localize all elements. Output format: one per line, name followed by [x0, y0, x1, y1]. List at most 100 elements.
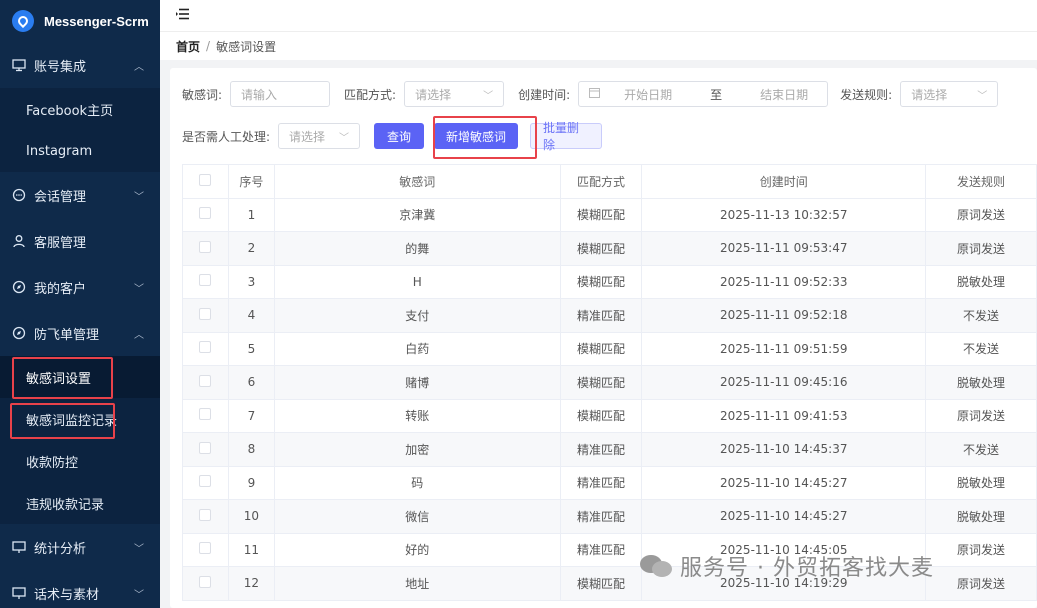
monitor-icon — [12, 586, 26, 600]
row-checkbox[interactable] — [199, 542, 212, 555]
nav-group-conversation[interactable]: 会话管理 ﹀ — [0, 172, 160, 218]
send-rule: 原词发送 — [925, 231, 1037, 266]
sensitive-word: 京津冀 — [273, 197, 561, 232]
sensitive-word: 地址 — [273, 566, 561, 601]
end-date[interactable]: 结束日期 — [760, 86, 808, 103]
row-checkbox[interactable] — [199, 408, 212, 421]
row-index: 11 — [227, 532, 275, 567]
filter-row-1: 敏感词: 请输入 匹配方式: 请选择 ﹀ 创建时间: 开始日期 至 结束日期 发… — [182, 81, 999, 107]
query-button[interactable]: 查询 — [374, 123, 425, 149]
manual-handling-select[interactable]: 请选择 ﹀ — [278, 123, 361, 149]
created-time: 2025-11-10 14:45:37 — [641, 432, 927, 467]
sidebar-item-payment-control[interactable]: 收款防控 — [0, 440, 160, 482]
row-checkbox[interactable] — [199, 508, 212, 521]
row-select-cell — [182, 532, 229, 567]
sidebar-item-instagram[interactable]: Instagram — [0, 130, 160, 172]
nav-group-anti-bypass[interactable]: 防飞单管理 ︿ — [0, 310, 160, 356]
send-rule: 脱敏处理 — [925, 499, 1037, 534]
send-rule: 原词发送 — [925, 398, 1037, 433]
table-row[interactable]: 10 微信 精准匹配 2025-11-10 14:45:27 脱敏处理 — [182, 499, 1037, 534]
nav-group-statistics[interactable]: 统计分析 ﹀ — [0, 524, 160, 570]
nav-group-label: 会话管理 — [34, 189, 87, 205]
match-type: 精准匹配 — [559, 499, 643, 534]
brand[interactable]: Messenger-Scrm — [0, 0, 160, 42]
column-header[interactable]: 敏感词 — [273, 164, 561, 199]
row-select-cell — [182, 566, 229, 601]
sensitive-word: 的舞 — [273, 231, 561, 266]
breadcrumb-home[interactable]: 首页 — [176, 38, 200, 55]
nav-group-label: 统计分析 — [34, 541, 87, 557]
match-type: 模糊匹配 — [559, 197, 643, 232]
send-rule: 不发送 — [925, 298, 1037, 333]
nav-group-label: 客服管理 — [34, 235, 87, 251]
row-select-cell — [182, 432, 229, 467]
row-checkbox[interactable] — [199, 575, 212, 588]
filter-label: 发送规则: — [840, 87, 893, 102]
match-type-select[interactable]: 请选择 ﹀ — [404, 81, 505, 107]
row-index: 2 — [227, 231, 275, 266]
sidebar-item-facebook[interactable]: Facebook主页 — [0, 88, 160, 130]
column-header[interactable]: 创建时间 — [641, 164, 927, 199]
watermark-text: 服务号 · 外贸拓客找大麦 — [680, 556, 934, 581]
row-select-cell — [182, 331, 229, 366]
column-header[interactable]: 发送规则 — [925, 164, 1037, 199]
row-select-cell — [182, 365, 229, 400]
compass-icon — [12, 326, 26, 340]
match-type: 模糊匹配 — [559, 331, 643, 366]
nav-group-customers[interactable]: 我的客户 ﹀ — [0, 264, 160, 310]
match-type: 模糊匹配 — [559, 398, 643, 433]
filter-row-2: 是否需人工处理: 请选择 ﹀ 查询 新增敏感词 批量删除 — [182, 121, 603, 152]
created-time: 2025-11-11 09:52:33 — [641, 264, 927, 299]
batch-delete-button[interactable]: 批量删除 — [530, 121, 603, 152]
column-header[interactable]: 序号 — [227, 164, 275, 199]
table-row[interactable]: 2 的舞 模糊匹配 2025-11-11 09:53:47 原词发送 — [182, 231, 1037, 266]
table-row[interactable]: 6 赌博 模糊匹配 2025-11-11 09:45:16 脱敏处理 — [182, 365, 1037, 400]
sensitive-word: 好的 — [273, 532, 561, 567]
match-type: 精准匹配 — [559, 465, 643, 500]
sensitive-word: 微信 — [273, 499, 561, 534]
row-checkbox[interactable] — [199, 307, 212, 320]
nav-group-account[interactable]: 账号集成 ︿ — [0, 42, 160, 88]
column-header[interactable]: 匹配方式 — [559, 164, 643, 199]
row-index: 6 — [227, 365, 275, 400]
user-icon — [12, 234, 26, 248]
table-row[interactable]: 3 H 模糊匹配 2025-11-11 09:52:33 脱敏处理 — [182, 264, 1037, 299]
row-checkbox[interactable] — [199, 441, 212, 454]
table-row[interactable]: 1 京津冀 模糊匹配 2025-11-13 10:32:57 原词发送 — [182, 197, 1037, 232]
row-index: 8 — [227, 432, 275, 467]
row-index: 7 — [227, 398, 275, 433]
select-all-checkbox[interactable] — [199, 173, 212, 186]
row-select-cell — [182, 298, 229, 333]
match-type: 模糊匹配 — [559, 231, 643, 266]
send-rule: 脱敏处理 — [925, 264, 1037, 299]
match-type: 精准匹配 — [559, 298, 643, 333]
watermark: 服务号 · 外贸拓客找大麦 — [640, 550, 934, 582]
match-type: 模糊匹配 — [559, 365, 643, 400]
nav-group-scripts[interactable]: 话术与素材 ﹀ — [0, 570, 160, 608]
row-checkbox[interactable] — [199, 341, 212, 354]
row-checkbox[interactable] — [199, 274, 212, 287]
row-select-cell — [182, 264, 229, 299]
sidebar-item-violation-records[interactable]: 违规收款记录 — [0, 482, 160, 524]
table-row[interactable]: 7 转账 模糊匹配 2025-11-11 09:41:53 原词发送 — [182, 398, 1037, 433]
calendar-icon — [589, 87, 601, 101]
row-checkbox[interactable] — [199, 374, 212, 387]
presentation-icon — [12, 58, 26, 72]
table-row[interactable]: 5 白药 模糊匹配 2025-11-11 09:51:59 不发送 — [182, 331, 1037, 366]
nav-group-agent[interactable]: 客服管理 — [0, 218, 160, 264]
menu-toggle-icon[interactable] — [176, 8, 190, 24]
sensitive-word-input[interactable]: 请输入 — [230, 81, 331, 107]
start-date[interactable]: 开始日期 — [624, 86, 672, 103]
row-checkbox[interactable] — [199, 240, 212, 253]
table-row[interactable]: 8 加密 精准匹配 2025-11-10 14:45:37 不发送 — [182, 432, 1037, 467]
row-select-cell — [182, 398, 229, 433]
send-rule-select[interactable]: 请选择 ﹀ — [900, 81, 999, 107]
sensitive-word: 白药 — [273, 331, 561, 366]
table-row[interactable]: 4 支付 精准匹配 2025-11-11 09:52:18 不发送 — [182, 298, 1037, 333]
send-rule: 脱敏处理 — [925, 465, 1037, 500]
table-row[interactable]: 9 码精准匹配 2025-11-10 14:45:27 脱敏处理 — [182, 465, 1037, 500]
row-checkbox[interactable] — [199, 475, 212, 488]
row-checkbox[interactable] — [199, 207, 212, 220]
created-date-range[interactable]: 开始日期 至 结束日期 — [578, 81, 829, 107]
created-time: 2025-11-11 09:52:18 — [641, 298, 927, 333]
